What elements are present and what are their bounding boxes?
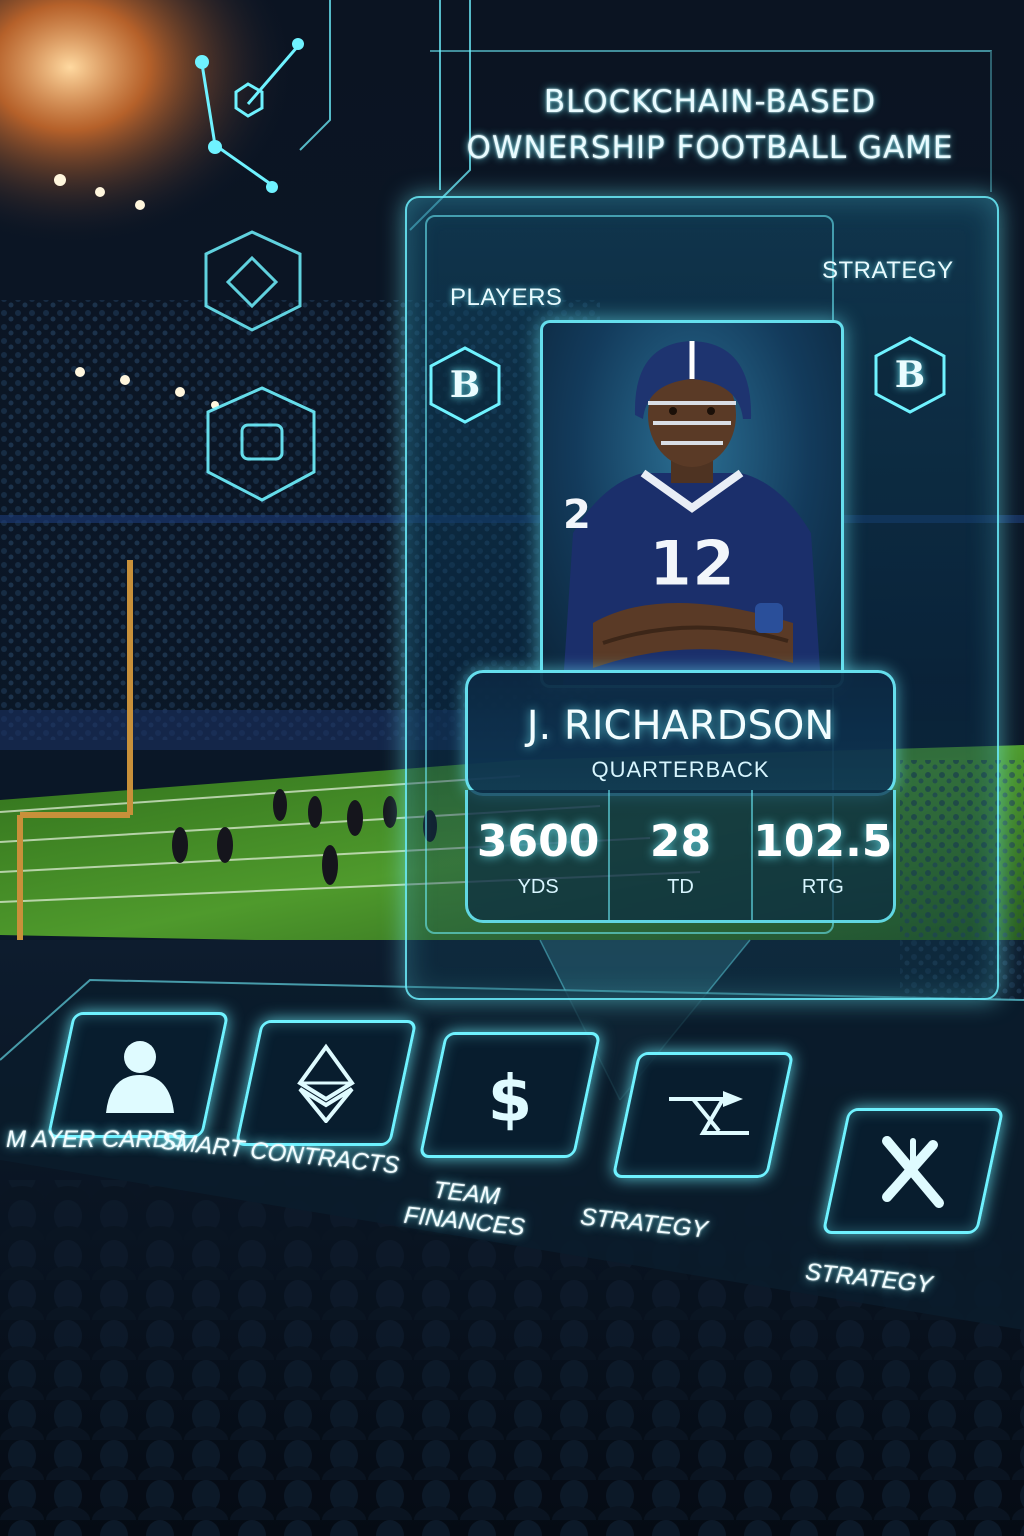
team-finances-button[interactable]: $: [418, 1032, 602, 1158]
strategy-x-icon: [882, 1136, 944, 1208]
left-badge-letter: B: [449, 364, 481, 406]
stat-value: 28: [649, 816, 712, 867]
left-b-badge[interactable]: B: [425, 345, 505, 425]
stat-yards: 3600 YDS: [468, 790, 608, 920]
player-name: J. RICHARDSON: [526, 703, 835, 749]
stat-touchdowns: 28 TD: [608, 790, 750, 920]
stat-value: 3600: [476, 816, 600, 867]
person-icon: [106, 1041, 174, 1113]
strategy-tab[interactable]: STRATEGY: [822, 257, 954, 285]
player-stats: 3600 YDS 28 TD 102.5 RTG: [465, 790, 896, 923]
stat-label: YDS: [517, 876, 559, 898]
svg-text:2: 2: [563, 492, 591, 538]
title-line-1: BLOCKCHAIN-BASED: [543, 84, 877, 120]
player-name-plate: J. RICHARDSON QUARTERBACK: [465, 670, 896, 796]
player-portrait: 12 2: [540, 320, 844, 688]
player-position: QUARTERBACK: [591, 757, 770, 782]
title-line-2: OWNERSHIP FOOTBALL GAME: [466, 130, 954, 166]
right-b-badge[interactable]: B: [870, 335, 950, 415]
player-image: 12 2: [563, 341, 821, 685]
jersey-number: 12: [649, 527, 735, 600]
svg-text:$: $: [488, 1063, 533, 1135]
stat-label: TD: [667, 876, 694, 898]
play-diagram-icon: [669, 1091, 749, 1135]
stat-label: RTG: [801, 876, 844, 898]
title-panel: BLOCKCHAIN-BASED OWNERSHIP FOOTBALL GAME: [430, 50, 992, 192]
stat-value: 102.5: [753, 816, 893, 867]
players-tab[interactable]: PLAYERS: [450, 284, 562, 312]
strategy-button[interactable]: [611, 1052, 795, 1178]
strategy-alt-button[interactable]: [821, 1108, 1005, 1234]
stat-rating: 102.5 RTG: [750, 790, 893, 920]
right-badge-letter: B: [894, 354, 926, 396]
smart-contracts-button[interactable]: [234, 1020, 418, 1146]
ethereum-icon: [297, 1043, 355, 1123]
dollar-icon: $: [488, 1063, 533, 1135]
player-cards-button[interactable]: [46, 1012, 230, 1138]
